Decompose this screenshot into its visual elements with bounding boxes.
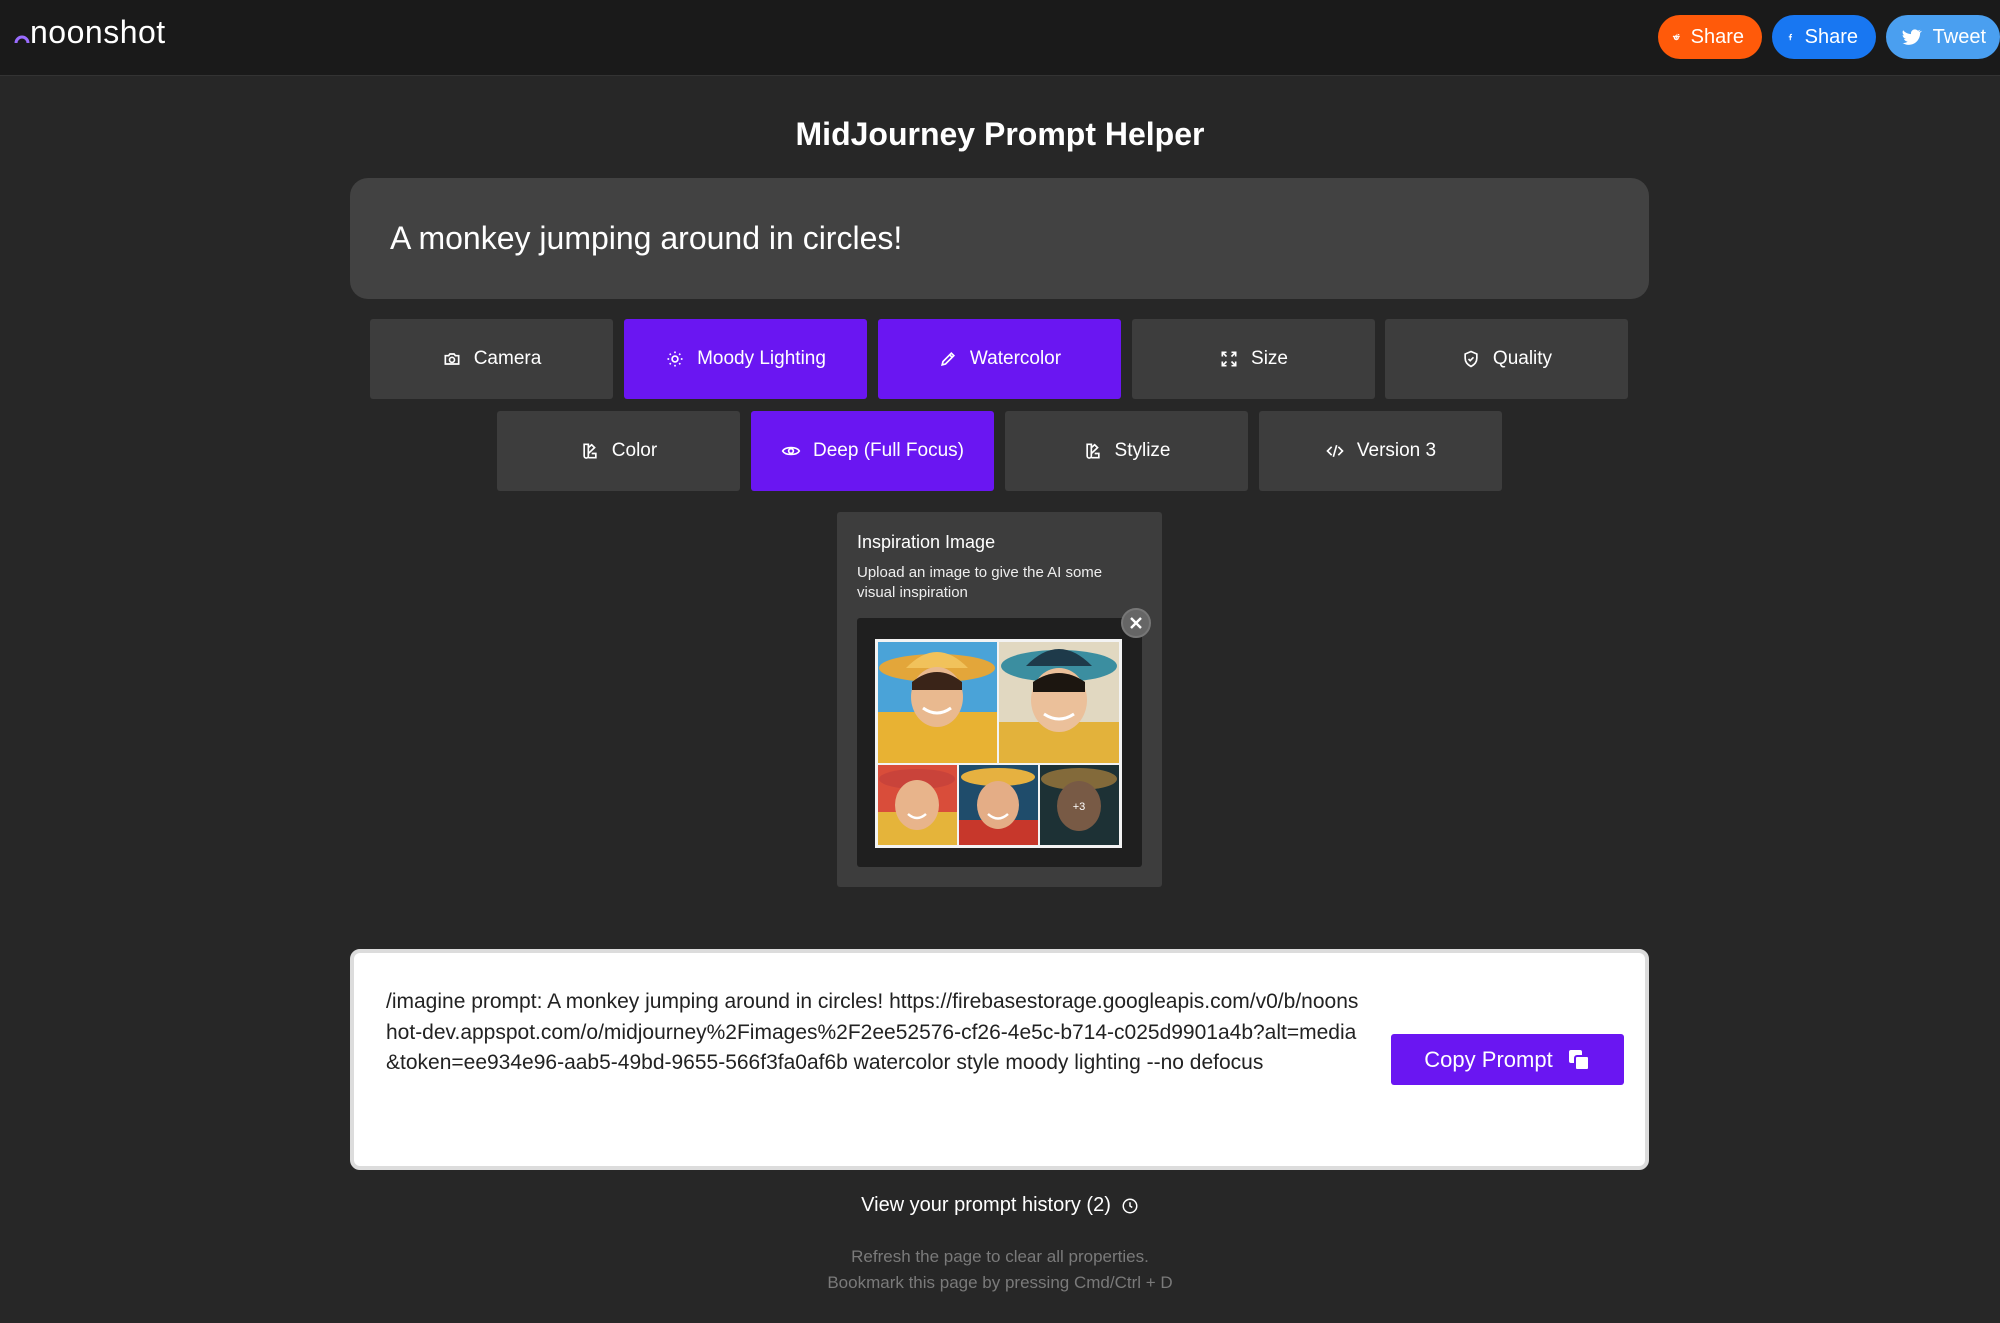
copy-prompt-button[interactable]: Copy Prompt <box>1391 1034 1624 1085</box>
prompt-history-label: View your prompt history (2) <box>861 1194 1111 1216</box>
inspiration-image-frame[interactable]: +3 <box>857 618 1142 867</box>
facebook-share-label: Share <box>1804 25 1858 48</box>
option-label: Camera <box>473 348 542 369</box>
logo-text: noonshot <box>30 14 166 50</box>
palette-icon <box>1085 443 1100 459</box>
inspiration-subtitle: Upload an image to give the AI some visu… <box>857 564 1103 601</box>
option-quality-button[interactable]: Quality <box>1385 319 1628 399</box>
twitter-icon <box>1902 29 1922 45</box>
prompt-input-value: A monkey jumping around in circles! <box>390 220 903 256</box>
prompt-input[interactable]: A monkey jumping around in circles! <box>350 178 1649 299</box>
option-label: Version 3 <box>1356 440 1437 461</box>
twitter-share-button[interactable]: Tweet <box>1886 15 2000 59</box>
code-icon <box>1326 444 1344 458</box>
facebook-share-button[interactable]: Share <box>1772 15 1876 59</box>
option-label: Moody Lighting <box>697 348 826 369</box>
prompt-history-link[interactable]: View your prompt history (2) <box>0 1194 2000 1217</box>
option-label: Stylize <box>1114 440 1171 461</box>
inspiration-image: +3 <box>875 639 1122 848</box>
option-moody-lighting-button[interactable]: Moody Lighting <box>624 319 867 399</box>
expand-icon <box>1221 351 1237 367</box>
camera-icon <box>444 353 460 365</box>
option-color-button[interactable]: Color <box>497 411 740 491</box>
reddit-icon <box>1672 33 1680 41</box>
option-label: Color <box>611 440 658 461</box>
eye-icon <box>781 446 801 456</box>
copy-prompt-label: Copy Prompt <box>1424 1046 1553 1072</box>
footer-line-refresh: Refresh the page to clear all properties… <box>851 1247 1149 1266</box>
shield-check-icon <box>1464 350 1478 368</box>
pencil-icon <box>940 351 955 366</box>
generated-prompt-box: /imagine prompt: A monkey jumping around… <box>350 949 1649 1170</box>
footer-line-bookmark: Bookmark this page by pressing Cmd/Ctrl … <box>827 1273 1173 1292</box>
clock-icon <box>1122 1198 1138 1213</box>
reddit-share-label: Share <box>1690 25 1744 48</box>
remove-image-button[interactable] <box>1121 608 1151 638</box>
option-label: Watercolor <box>969 348 1062 369</box>
option-stylize-button[interactable]: Stylize <box>1005 411 1248 491</box>
top-bar: noonshot Share Share Tweet <box>0 0 2000 76</box>
page-title: MidJourney Prompt Helper <box>795 116 1205 152</box>
reddit-share-button[interactable]: Share <box>1658 15 1762 59</box>
palette-icon <box>583 443 597 459</box>
option-label: Quality <box>1492 348 1553 369</box>
facebook-icon <box>1788 33 1793 41</box>
extra-images-count: +3 <box>1073 801 1086 813</box>
inspiration-image-card: Inspiration Image Upload an image to giv… <box>837 512 1162 887</box>
twitter-share-label: Tweet <box>1932 25 1986 48</box>
inspiration-collage: +3 <box>878 642 1119 845</box>
option-version-button[interactable]: Version 3 <box>1259 411 1502 491</box>
generated-prompt-text[interactable]: /imagine prompt: A monkey jumping around… <box>386 987 1366 1079</box>
option-size-button[interactable]: Size <box>1132 319 1375 399</box>
option-label: Size <box>1251 348 1288 369</box>
inspiration-title: Inspiration Image <box>857 532 996 552</box>
copy-icon <box>1568 1049 1590 1071</box>
lightbulb-icon <box>667 351 683 367</box>
share-buttons: Share Share Tweet <box>1658 15 2000 59</box>
option-camera-button[interactable]: Camera <box>370 319 613 399</box>
footer-note: Refresh the page to clear all properties… <box>0 1244 2000 1296</box>
option-deep-focus-button[interactable]: Deep (Full Focus) <box>751 411 994 491</box>
close-icon <box>1130 617 1142 629</box>
option-watercolor-button[interactable]: Watercolor <box>878 319 1121 399</box>
logo-mark-icon <box>14 35 30 43</box>
logo[interactable]: noonshot <box>14 14 166 51</box>
option-label: Deep (Full Focus) <box>813 440 964 461</box>
